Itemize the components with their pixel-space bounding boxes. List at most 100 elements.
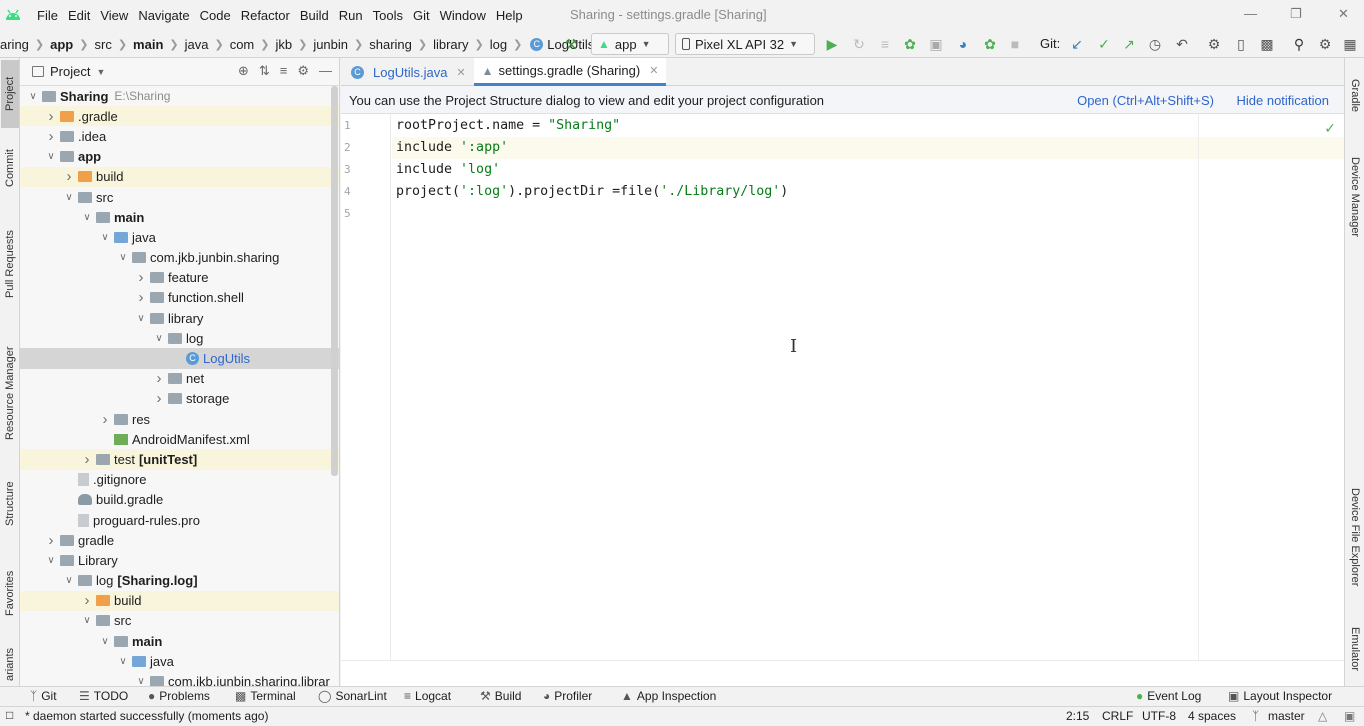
debug-icon[interactable]: ✿ xyxy=(901,35,919,53)
tree-node[interactable]: ∨ Library xyxy=(20,550,339,570)
line-separator[interactable]: CRLF xyxy=(1102,709,1133,723)
tree-node[interactable]: ∨ log [Sharing.log] xyxy=(20,571,339,591)
chevron-right-icon[interactable]: › xyxy=(44,532,58,549)
chevron-down-icon[interactable]: ∨ xyxy=(152,333,166,344)
ide-menu-icon[interactable]: ▦ xyxy=(1341,35,1359,53)
tool-tab-emulator[interactable]: Emulator xyxy=(1346,614,1364,684)
attach-debugger-icon[interactable]: ✿ xyxy=(981,35,999,53)
menu-build[interactable]: Build xyxy=(295,8,334,23)
menu-help[interactable]: Help xyxy=(491,8,528,23)
menu-git[interactable]: Git xyxy=(408,8,435,23)
close-tab-icon[interactable]: ✕ xyxy=(456,66,465,79)
menu-edit[interactable]: Edit xyxy=(63,8,95,23)
tree-node[interactable]: ∨ java xyxy=(20,651,339,671)
tool-tab-structure[interactable]: Structure xyxy=(1,468,19,540)
chevron-right-icon[interactable]: › xyxy=(44,128,58,145)
stop-icon[interactable]: ■ xyxy=(1006,35,1024,53)
gradle-sync-icon[interactable]: ⚙ xyxy=(1205,35,1223,53)
settings-gear-icon[interactable]: ⚙ xyxy=(1316,35,1334,53)
tree-node[interactable]: ∨ library xyxy=(20,308,339,328)
tree-node[interactable]: › build xyxy=(20,590,339,611)
locate-file-icon[interactable]: ⊕ xyxy=(238,63,249,79)
breadcrumb-item[interactable]: app xyxy=(50,37,73,52)
hide-notification-link[interactable]: Hide notification xyxy=(1237,93,1330,108)
tool-layout-inspector[interactable]: ▣ Layout Inspector xyxy=(1228,689,1332,703)
chevron-right-icon[interactable]: › xyxy=(134,269,148,286)
tree-node[interactable]: ∨ log xyxy=(20,328,339,348)
toggle-tool-windows-icon[interactable]: □ xyxy=(6,708,13,722)
breadcrumb-item[interactable]: library xyxy=(433,37,468,52)
profile-icon[interactable]: ◕ xyxy=(954,35,972,53)
chevron-right-icon[interactable]: › xyxy=(44,108,58,125)
menu-run[interactable]: Run xyxy=(334,8,368,23)
chevron-down-icon[interactable]: ∨ xyxy=(80,212,94,223)
scrollbar-thumb[interactable] xyxy=(331,86,338,476)
tool-tab-pull-requests[interactable]: Pull Requests xyxy=(1,214,19,314)
code-editor[interactable]: rootProject.name = "Sharing" include ':ap… xyxy=(392,114,1344,660)
tree-node[interactable]: ∨ Sharing E:\Sharing xyxy=(20,86,339,106)
lock-icon[interactable]: △ xyxy=(1318,709,1327,723)
open-project-structure-link[interactable]: Open (Ctrl+Alt+Shift+S) xyxy=(1077,93,1214,108)
project-view-label[interactable]: Project xyxy=(50,64,90,79)
tool-git[interactable]: ᛉ Git xyxy=(30,689,57,703)
run-icon[interactable]: ▶ xyxy=(823,35,841,53)
tool-terminal[interactable]: ▩ Terminal xyxy=(235,689,296,703)
tree-node[interactable]: › res xyxy=(20,409,339,429)
tool-tab-project[interactable]: Project xyxy=(1,60,19,128)
tool-build[interactable]: ⚒ Build xyxy=(480,689,521,703)
search-icon[interactable]: ⚲ xyxy=(1290,35,1308,53)
breadcrumb-item[interactable]: main xyxy=(133,37,163,52)
history-icon[interactable]: ◷ xyxy=(1146,35,1164,53)
tree-node[interactable]: › feature xyxy=(20,268,339,288)
menu-file[interactable]: File xyxy=(32,8,63,23)
tree-node[interactable]: › .idea xyxy=(20,126,339,146)
menu-view[interactable]: View xyxy=(95,8,133,23)
chevron-right-icon[interactable]: › xyxy=(152,370,166,387)
tree-node[interactable]: ∨ java xyxy=(20,227,339,247)
tool-problems[interactable]: ● Problems xyxy=(148,689,210,703)
close-window-icon[interactable]: ✕ xyxy=(1338,6,1349,22)
minimize-icon[interactable]: — xyxy=(1244,6,1257,21)
settings-gear-icon[interactable]: ⚙ xyxy=(297,63,309,79)
menu-tools[interactable]: Tools xyxy=(368,8,408,23)
tab-settings-gradle[interactable]: ▲ settings.gradle (Sharing) ✕ xyxy=(473,58,667,86)
chevron-right-icon[interactable]: › xyxy=(98,411,112,428)
memory-indicator-icon[interactable]: ▣ xyxy=(1344,709,1355,723)
tree-node[interactable]: ›proguard-rules.pro xyxy=(20,510,339,530)
run-config-select[interactable]: ▲ app ▼ xyxy=(591,33,669,55)
tool-sonarlint[interactable]: ◯ SonarLint xyxy=(318,689,387,703)
status-message[interactable]: * daemon started successfully (moments a… xyxy=(25,709,268,723)
tree-node[interactable]: › .gradle xyxy=(20,106,339,127)
chevron-right-icon[interactable]: › xyxy=(80,592,94,609)
tree-node[interactable]: ∨ app xyxy=(20,147,339,167)
tool-logcat[interactable]: ≡ Logcat xyxy=(404,689,451,703)
tool-app-inspection[interactable]: ▲ App Inspection xyxy=(621,689,716,703)
chevron-down-icon[interactable]: ∨ xyxy=(44,151,58,162)
menu-refactor[interactable]: Refactor xyxy=(236,8,295,23)
chevron-down-icon[interactable]: ∨ xyxy=(62,192,76,203)
tree-node[interactable]: ›.gitignore xyxy=(20,470,339,490)
tool-tab-build-variants[interactable]: ariants xyxy=(1,642,19,686)
expand-all-icon[interactable]: ⇅ xyxy=(259,63,270,79)
tree-node[interactable]: ∨ src xyxy=(20,611,339,631)
breadcrumb-item[interactable]: java xyxy=(185,37,209,52)
chevron-down-icon[interactable]: ∨ xyxy=(26,91,40,102)
chevron-down-icon[interactable]: ∨ xyxy=(98,232,112,243)
tab-logutils-java[interactable]: C LogUtils.java ✕ xyxy=(341,58,474,86)
tree-node[interactable]: ∨ main xyxy=(20,207,339,227)
no-problems-check-icon[interactable]: ✓ xyxy=(1324,120,1336,137)
chevron-right-icon[interactable]: › xyxy=(62,168,76,185)
close-tab-icon[interactable]: ✕ xyxy=(649,64,658,77)
breadcrumb-item[interactable]: jkb xyxy=(275,37,292,52)
tree-node[interactable]: ∨ com.jkb.junbin.sharing.librar xyxy=(20,671,339,686)
git-push-icon[interactable]: ↗ xyxy=(1120,35,1138,53)
tool-tab-device-file-explorer[interactable]: Device File Explorer xyxy=(1346,462,1364,612)
tree-node[interactable]: › net xyxy=(20,369,339,389)
tool-tab-commit[interactable]: Commit xyxy=(1,138,19,198)
sdk-manager-icon[interactable]: ▩ xyxy=(1258,35,1276,53)
rollback-icon[interactable]: ↶ xyxy=(1173,35,1191,53)
tree-node[interactable]: ›build.gradle xyxy=(20,490,339,510)
menu-window[interactable]: Window xyxy=(435,8,491,23)
breadcrumb-item[interactable]: junbin xyxy=(313,37,348,52)
chevron-right-icon[interactable]: › xyxy=(80,451,94,468)
